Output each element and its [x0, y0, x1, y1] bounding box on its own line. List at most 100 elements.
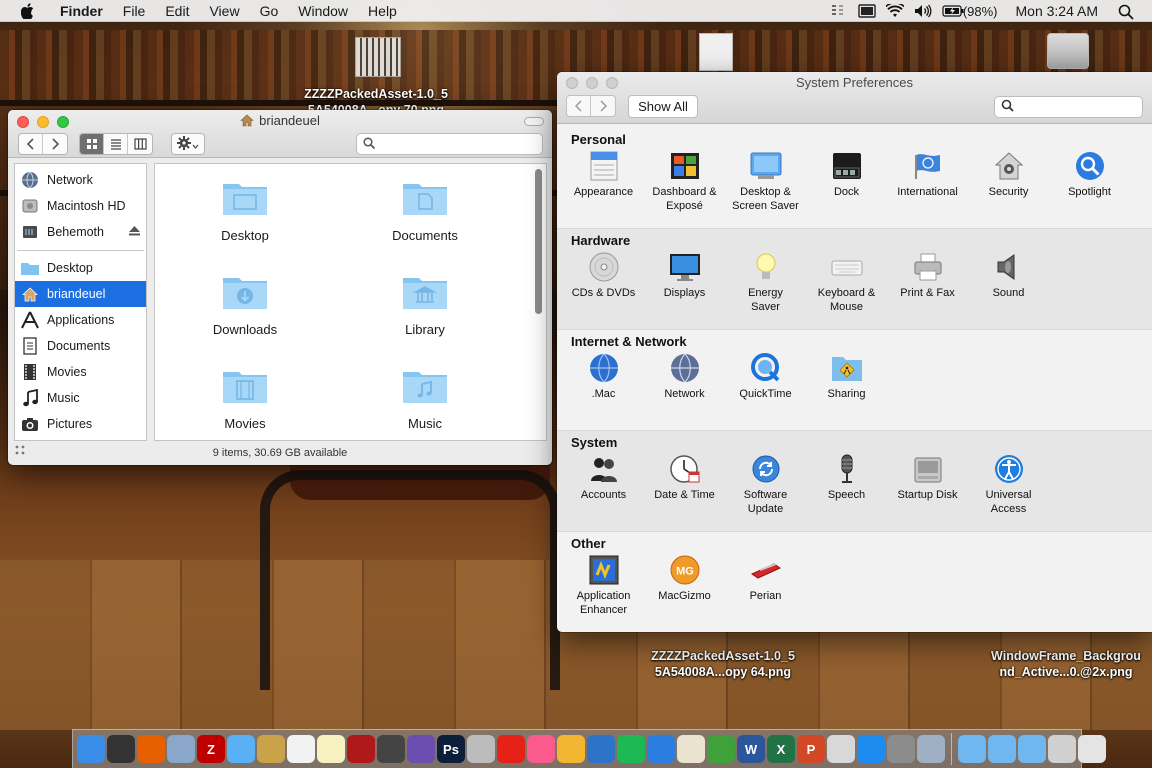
folder-item-movies[interactable]: Movies: [165, 368, 325, 440]
folder-item-library[interactable]: Library: [345, 274, 505, 354]
pane-keyboard-mouse[interactable]: Keyboard & Mouse: [806, 251, 887, 314]
forward-button[interactable]: [591, 96, 615, 116]
syspref-titlebar[interactable]: System Preferences Show All: [557, 72, 1152, 124]
image-capture-icon[interactable]: [827, 735, 855, 763]
menu-window[interactable]: Window: [288, 0, 358, 22]
sidebar-item-macintosh-hd[interactable]: Macintosh HD: [15, 193, 146, 219]
sidebar-item-network[interactable]: Network: [15, 167, 146, 193]
syspref-search-field[interactable]: [994, 96, 1143, 118]
apple-menu-icon[interactable]: [18, 0, 38, 22]
back-button[interactable]: [19, 134, 43, 154]
volume-icon[interactable]: [914, 4, 932, 18]
pane-security[interactable]: Security: [968, 150, 1049, 199]
menu-view[interactable]: View: [199, 0, 249, 22]
folder-item-documents[interactable]: Documents: [345, 180, 505, 260]
spotify-icon[interactable]: [617, 735, 645, 763]
pane-speech[interactable]: Speech: [806, 453, 887, 502]
pane-sound[interactable]: Sound: [968, 251, 1049, 300]
desktop-file-label[interactable]: WindowFrame_Backgrou nd_Active...0.@2x.p…: [985, 648, 1147, 680]
resize-grip-icon[interactable]: [14, 444, 26, 459]
pane-print-fax[interactable]: Print & Fax: [887, 251, 968, 300]
pane-application-enhancer[interactable]: Application Enhancer: [563, 554, 644, 617]
documents-stack-icon[interactable]: [988, 735, 1016, 763]
excel-icon[interactable]: X: [767, 735, 795, 763]
pane-dashboard-expose[interactable]: Dashboard & Exposé: [644, 150, 725, 213]
action-menu-button[interactable]: [171, 133, 205, 155]
pane-accounts[interactable]: Accounts: [563, 453, 644, 502]
keynote-icon[interactable]: [647, 735, 675, 763]
photoshop-icon[interactable]: Ps: [437, 735, 465, 763]
filezilla-icon[interactable]: Z: [197, 735, 225, 763]
calendar-icon[interactable]: [287, 735, 315, 763]
sidebar-item-documents[interactable]: Documents: [15, 333, 146, 359]
menu-app-name[interactable]: Finder: [52, 0, 113, 22]
pane-sharing[interactable]: Sharing: [806, 352, 887, 401]
pane-quicktime[interactable]: QuickTime: [725, 352, 806, 401]
imovie-icon[interactable]: [407, 735, 435, 763]
preview-icon[interactable]: [167, 735, 195, 763]
firefox-icon[interactable]: [137, 735, 165, 763]
menu-edit[interactable]: Edit: [155, 0, 199, 22]
media-icon[interactable]: [377, 735, 405, 763]
pane-dot-mac[interactable]: .Mac: [563, 352, 644, 401]
screenshot-icon[interactable]: [917, 735, 945, 763]
dashboard-icon[interactable]: [107, 735, 135, 763]
toolbar-toggle-button[interactable]: [524, 117, 544, 126]
menu-extras-icon[interactable]: [830, 4, 848, 18]
back-button[interactable]: [567, 96, 591, 116]
battery-icon[interactable]: [942, 4, 964, 18]
pane-dock[interactable]: Dock: [806, 150, 887, 199]
icon-view-button[interactable]: [80, 134, 104, 154]
pane-energy-saver[interactable]: Energy Saver: [725, 251, 806, 314]
pane-cds-dvds[interactable]: CDs & DVDs: [563, 251, 644, 300]
finder-titlebar[interactable]: briandeuel: [8, 110, 552, 158]
pane-network[interactable]: Network: [644, 352, 725, 401]
sidebar-item-pictures[interactable]: Pictures: [15, 411, 146, 437]
files-stack-icon[interactable]: [1048, 735, 1076, 763]
wifi-icon[interactable]: [885, 2, 905, 18]
sidebar-item-music[interactable]: Music: [15, 385, 146, 411]
pane-appearance[interactable]: Appearance: [563, 150, 644, 199]
spotlight-search-icon[interactable]: [1118, 4, 1136, 20]
messages-icon[interactable]: [227, 735, 255, 763]
system-preferences-icon[interactable]: [887, 735, 915, 763]
numbers-icon[interactable]: [707, 735, 735, 763]
photo-booth-icon[interactable]: [347, 735, 375, 763]
pane-software-update[interactable]: Software Update: [725, 453, 806, 516]
forward-button[interactable]: [43, 134, 67, 154]
youtube-icon[interactable]: [497, 735, 525, 763]
preview-photos-icon[interactable]: [467, 735, 495, 763]
pane-macgizmo[interactable]: MG MacGizmo: [644, 554, 725, 603]
word-icon[interactable]: W: [737, 735, 765, 763]
search-input[interactable]: [379, 137, 542, 151]
stickies-icon[interactable]: [317, 735, 345, 763]
applications-stack-icon[interactable]: [958, 735, 986, 763]
pane-startup-disk[interactable]: Startup Disk: [887, 453, 968, 502]
display-mirroring-icon[interactable]: [858, 4, 876, 18]
sidebar-item-applications[interactable]: Applications: [15, 307, 146, 333]
pane-perian[interactable]: Perian: [725, 554, 806, 603]
folder-item-desktop[interactable]: Desktop: [165, 180, 325, 260]
desktop-file-icon[interactable]: [355, 37, 401, 77]
column-view-button[interactable]: [128, 134, 152, 154]
app-store-icon[interactable]: [857, 735, 885, 763]
pane-desktop-screen-saver[interactable]: Desktop & Screen Saver: [725, 150, 806, 213]
desktop-file-label[interactable]: ZZZZPackedAsset-1.0_5 5A54008A...opy 64.…: [643, 648, 803, 680]
desktop-file-icon[interactable]: [699, 33, 733, 71]
pane-displays[interactable]: Displays: [644, 251, 725, 300]
downloads-stack-icon[interactable]: [1018, 735, 1046, 763]
vertical-scrollbar[interactable]: [535, 169, 542, 314]
pane-universal-access[interactable]: Universal Access: [968, 453, 1049, 516]
pane-date-time[interactable]: Date & Time: [644, 453, 725, 502]
show-all-button[interactable]: Show All: [628, 95, 698, 118]
sidebar-item-desktop[interactable]: Desktop: [15, 255, 146, 281]
trash-icon[interactable]: [1078, 735, 1106, 763]
finder-search-field[interactable]: [356, 133, 543, 155]
eject-icon[interactable]: [129, 225, 140, 239]
folder-item-music[interactable]: Music: [345, 368, 505, 440]
pane-spotlight[interactable]: Spotlight: [1049, 150, 1130, 199]
quicktime-icon[interactable]: [587, 735, 615, 763]
menu-file[interactable]: File: [113, 0, 156, 22]
desktop-drive-icon[interactable]: [1047, 33, 1089, 69]
sidebar-item-briandeuel[interactable]: briandeuel: [15, 281, 146, 307]
